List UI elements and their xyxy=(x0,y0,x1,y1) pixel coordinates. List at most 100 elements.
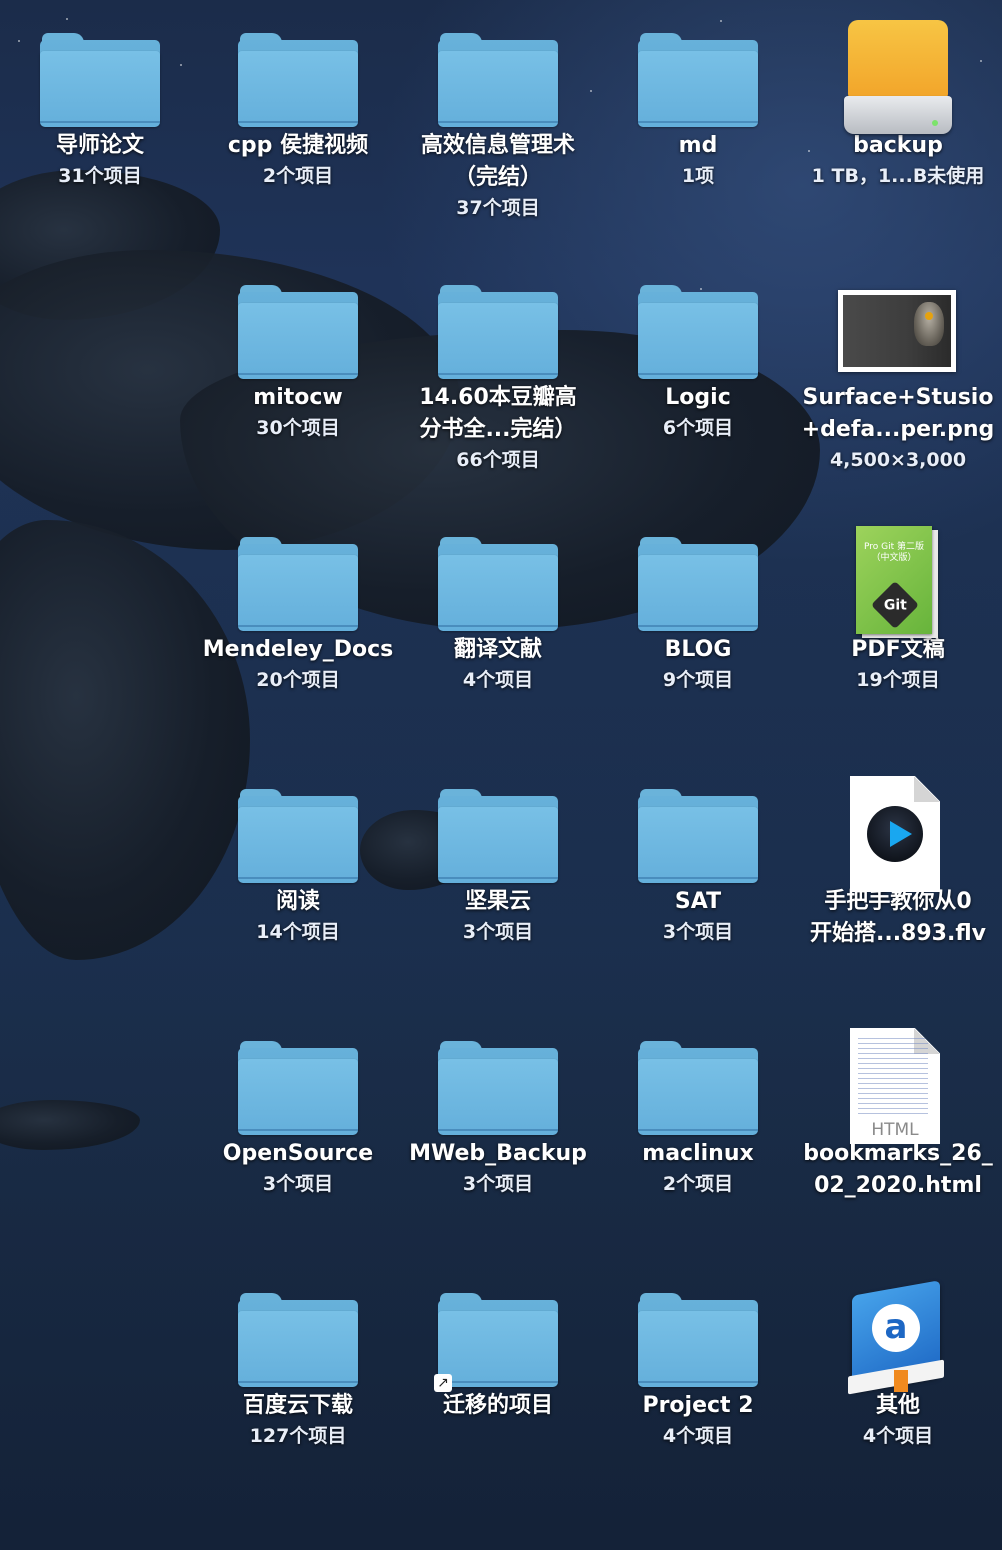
item-info: 14个项目 xyxy=(256,921,340,943)
item-label: 迁移的项目 xyxy=(442,1393,553,1418)
folder-icon xyxy=(198,1008,398,1138)
desktop-item-folder[interactable]: md 1项 xyxy=(598,0,798,190)
item-label: Mendeley_Docs xyxy=(202,637,394,662)
folder-icon xyxy=(598,252,798,382)
item-label: Logic xyxy=(665,385,731,410)
desktop-item-folder[interactable]: 导师论文 31个项目 xyxy=(0,0,200,190)
item-info: 3个项目 xyxy=(462,921,534,943)
folder-icon xyxy=(398,756,598,886)
item-label: 14.60本豆瓣高 分书全...完结） xyxy=(419,385,577,442)
item-info: 2个项目 xyxy=(262,165,334,187)
folder-icon xyxy=(398,504,598,634)
folder-icon xyxy=(0,0,200,130)
play-icon xyxy=(867,806,923,862)
item-label: Surface+Stusio +defa...per.png xyxy=(801,385,995,442)
item-info: 31个项目 xyxy=(58,165,142,187)
folder-icon xyxy=(598,504,798,634)
folder-icon xyxy=(598,1008,798,1138)
item-label: md xyxy=(678,133,718,158)
folder-icon xyxy=(598,0,798,130)
desktop-item-folder[interactable]: maclinux 2个项目 xyxy=(598,1008,798,1198)
item-info: 4个项目 xyxy=(862,1425,934,1447)
desktop-item-folder[interactable]: BLOG 9个项目 xyxy=(598,504,798,694)
desktop-item-folder-alias[interactable]: ↗ 迁移的项目 xyxy=(398,1260,598,1422)
item-label: 坚果云 xyxy=(464,889,531,914)
item-info: 2个项目 xyxy=(662,1173,734,1195)
item-info: 9个项目 xyxy=(662,669,734,691)
item-info: 4,500×3,000 xyxy=(829,449,967,471)
desktop-item-folder[interactable]: cpp 侯捷视频 2个项目 xyxy=(198,0,398,190)
item-label: cpp 侯捷视频 xyxy=(227,133,369,158)
folder-icon xyxy=(198,504,398,634)
item-label: OpenSource xyxy=(222,1141,374,1166)
desktop-item-folder[interactable]: 阅读 14个项目 xyxy=(198,756,398,946)
item-label: MWeb_Backup xyxy=(409,1141,587,1166)
item-label: 导师论文 xyxy=(55,133,144,158)
dictionary-app-icon: a xyxy=(798,1260,998,1395)
folder-icon xyxy=(398,1008,598,1138)
pdf-book-icon: Pro Git 第二版 （中文版） Git xyxy=(798,504,998,638)
desktop-background: 导师论文 31个项目 cpp 侯捷视频 2个项目 高效信息管理术 （完结） 37… xyxy=(0,0,1002,1550)
item-label: 阅读 xyxy=(275,889,320,914)
item-info: 3个项目 xyxy=(262,1173,334,1195)
desktop-item-drive[interactable]: backup 1 TB，1...B未使用 xyxy=(798,0,998,190)
desktop-item-folder[interactable]: Mendeley_Docs 20个项目 xyxy=(198,504,398,694)
desktop-item-folder[interactable]: mitocw 30个项目 xyxy=(198,252,398,442)
pdf-cover-text: Pro Git 第二版 （中文版） xyxy=(864,542,925,563)
desktop-item-folder[interactable]: SAT 3个项目 xyxy=(598,756,798,946)
item-label: 翻译文献 xyxy=(453,637,542,662)
git-logo: Git xyxy=(883,596,907,613)
folder-icon xyxy=(198,252,398,382)
file-extension-label: HTML xyxy=(871,1120,919,1140)
desktop-item-image[interactable]: Surface+Stusio +defa...per.png 4,500×3,0… xyxy=(798,252,998,474)
dictionary-letter: a xyxy=(872,1304,920,1352)
desktop-item-folder[interactable]: 14.60本豆瓣高 分书全...完结） 66个项目 xyxy=(398,252,598,474)
item-info: 19个项目 xyxy=(856,669,940,691)
folder-icon xyxy=(398,252,598,382)
external-drive-icon xyxy=(798,0,998,134)
item-info: 4个项目 xyxy=(462,669,534,691)
desktop-item-video[interactable]: 手把手教你从0 开始搭...893.flv xyxy=(798,756,998,950)
item-label: mitocw xyxy=(253,385,343,410)
folder-icon xyxy=(598,1260,798,1390)
desktop-item-folder[interactable]: MWeb_Backup 3个项目 xyxy=(398,1008,598,1198)
item-label: bookmarks_26_ 02_2020.html xyxy=(803,1141,993,1198)
desktop-item-folder[interactable]: Logic 6个项目 xyxy=(598,252,798,442)
folder-icon xyxy=(398,0,598,130)
folder-icon xyxy=(198,1260,398,1390)
item-info: 30个项目 xyxy=(256,417,340,439)
item-label: Project 2 xyxy=(642,1393,754,1418)
html-file-icon: HTML xyxy=(798,1008,998,1144)
alias-arrow-icon: ↗ xyxy=(434,1374,452,1392)
item-info: 37个项目 xyxy=(456,197,540,219)
item-info: 127个项目 xyxy=(249,1425,347,1447)
folder-icon xyxy=(598,756,798,886)
folder-alias-icon: ↗ xyxy=(398,1260,598,1392)
desktop-item-folder[interactable]: 百度云下载 127个项目 xyxy=(198,1260,398,1450)
video-file-icon xyxy=(798,756,998,892)
item-label: 高效信息管理术 （完结） xyxy=(420,133,575,190)
item-label: 手把手教你从0 开始搭...893.flv xyxy=(809,889,986,946)
item-info: 1项 xyxy=(681,165,715,187)
desktop-item-folder[interactable]: 坚果云 3个项目 xyxy=(398,756,598,946)
item-label: BLOG xyxy=(664,637,732,662)
desktop-item-folder[interactable]: 高效信息管理术 （完结） 37个项目 xyxy=(398,0,598,222)
item-label: maclinux xyxy=(642,1141,754,1166)
desktop-item-html[interactable]: HTML bookmarks_26_ 02_2020.html xyxy=(798,1008,998,1202)
item-info: 4个项目 xyxy=(662,1425,734,1447)
image-thumbnail-icon xyxy=(798,252,998,382)
desktop-item-pdf[interactable]: Pro Git 第二版 （中文版） Git PDF文稿 19个项目 xyxy=(798,504,998,694)
desktop-item-folder[interactable]: 翻译文献 4个项目 xyxy=(398,504,598,694)
desktop-item-folder[interactable]: OpenSource 3个项目 xyxy=(198,1008,398,1198)
desktop-item-folder[interactable]: Project 2 4个项目 xyxy=(598,1260,798,1450)
item-info: 20个项目 xyxy=(256,669,340,691)
item-info: 66个项目 xyxy=(456,449,540,471)
item-info: 3个项目 xyxy=(662,921,734,943)
item-info: 1 TB，1...B未使用 xyxy=(811,165,985,187)
item-info: 6个项目 xyxy=(662,417,734,439)
folder-icon xyxy=(198,756,398,886)
item-label: SAT xyxy=(674,889,722,914)
folder-icon xyxy=(198,0,398,130)
desktop-item-app[interactable]: a 其他 4个项目 xyxy=(798,1260,998,1450)
item-label: 百度云下载 xyxy=(242,1393,353,1418)
